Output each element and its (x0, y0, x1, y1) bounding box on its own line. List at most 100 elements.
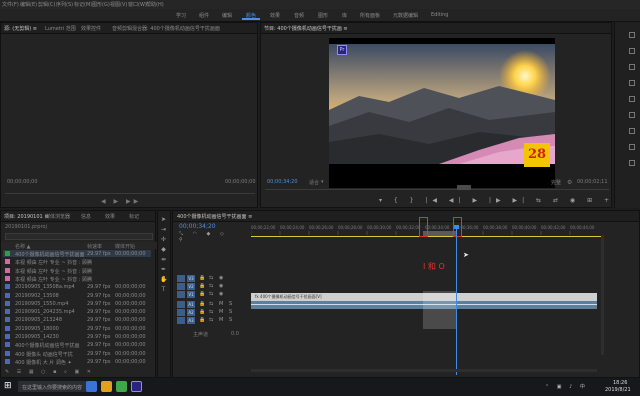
project-item-row[interactable]: 20190905_13508a.mp4 29.97 fps 00;00;00;00 (3, 283, 151, 290)
ws-libraries[interactable]: 库 (342, 12, 347, 19)
taskbar-search-box[interactable]: 在这里输入你要搜索的内容 (18, 381, 88, 392)
wechat-icon[interactable] (116, 381, 127, 392)
label-color-swatch[interactable] (5, 325, 10, 331)
project-item-row[interactable]: 20190905_18000 29.97 fps 00;00;00;00 (3, 325, 151, 332)
pen-tool-icon[interactable]: ✒ (160, 267, 167, 273)
menu-clip[interactable]: 剪辑(C) (38, 1, 55, 8)
track-name[interactable]: A2 (187, 309, 195, 316)
label-color-swatch[interactable] (5, 259, 10, 265)
master-volume[interactable]: 0.0 (231, 331, 239, 337)
checkbox-icon[interactable] (629, 160, 635, 166)
checkbox-icon[interactable] (629, 80, 635, 86)
tab-markers[interactable]: 标记 (129, 213, 139, 220)
eye-icon[interactable]: ◉ (219, 283, 223, 289)
ws-effects[interactable]: 效果 (270, 12, 280, 19)
ws-assembly[interactable]: 组件 (199, 12, 209, 19)
eye-icon[interactable]: ◉ (219, 275, 223, 281)
project-item-row[interactable]: 20190901_204235.mp4 29.97 fps 00;00;00;00 (3, 308, 151, 315)
premiere-taskbar-icon[interactable] (131, 381, 142, 392)
tab-source[interactable]: 源: (无剪辑) ≡ (4, 25, 37, 32)
project-item-row[interactable]: 400 摄像机 大 片 调色 ✦ 29.97 fps 00;00;00;00 (3, 358, 151, 366)
edge-icon[interactable] (86, 381, 97, 392)
project-search-input[interactable] (5, 233, 153, 240)
timeline-playhead-timecode[interactable]: 00;00;34;20 (179, 223, 216, 230)
track-target-toggle[interactable] (177, 301, 185, 308)
track-name[interactable]: V3 (187, 275, 195, 282)
project-item-row[interactable]: 400个摄像机动画信号干扰画面 29.97 fps 00;00;00;00 (3, 250, 151, 258)
lock-icon[interactable]: 🔒 (199, 283, 205, 289)
label-color-swatch[interactable] (5, 267, 10, 273)
label-color-swatch[interactable] (5, 358, 10, 364)
solo-icon[interactable]: S (229, 309, 232, 315)
ws-metadata[interactable]: 元数据编辑 (393, 12, 418, 19)
ripple-edit-tool-icon[interactable]: ✢ (160, 237, 167, 243)
sync-lock-icon[interactable]: ⇆ (209, 275, 213, 281)
project-item-row[interactable]: 20190902_13508 29.97 fps 00;00;00;00 (3, 292, 151, 299)
track-select-tool-icon[interactable]: ⇥ (160, 227, 167, 233)
label-color-swatch[interactable] (5, 317, 10, 323)
checkbox-icon[interactable] (629, 96, 635, 102)
track-target-toggle[interactable] (177, 275, 185, 282)
lock-icon[interactable]: 🔒 (199, 301, 205, 307)
project-item-row[interactable]: 本视 频由 左叶 专业 ~ 抖音 : 顾腾 (3, 267, 151, 275)
ws-learn[interactable]: 学习 (176, 12, 186, 19)
ws-editing[interactable]: 编辑 (222, 12, 232, 19)
menu-marker[interactable]: 标记(M) (74, 1, 92, 8)
label-color-swatch[interactable] (5, 350, 10, 356)
tab-media-browser[interactable]: 媒体浏览器 (45, 213, 70, 220)
label-color-swatch[interactable] (5, 292, 10, 298)
menu-window[interactable]: 窗口(W) (128, 1, 147, 8)
hand-tool-icon[interactable]: ✋ (160, 277, 167, 283)
track-name[interactable]: A3 (187, 317, 195, 324)
lock-icon[interactable]: 🔒 (199, 317, 205, 323)
windows-start-icon[interactable]: ⊞ (4, 382, 13, 391)
column-framerate[interactable]: 帧速率 (87, 243, 102, 250)
label-color-swatch[interactable] (5, 275, 10, 281)
menu-help[interactable]: 帮助(H) (146, 1, 164, 8)
column-name[interactable]: 名称 ▲ (15, 243, 30, 250)
menu-sequence[interactable]: 序列(S) (56, 1, 73, 8)
track-name[interactable]: V1 (187, 291, 195, 298)
tab-sequence[interactable]: 400个摄像机动画信号干扰画面 ≡ (177, 213, 252, 220)
quality-dropdown[interactable]: 完整 (551, 179, 561, 186)
label-color-swatch[interactable] (5, 309, 10, 315)
mute-icon[interactable]: M (219, 301, 223, 307)
timeline-horizontal-scrollbar[interactable] (251, 369, 597, 372)
label-color-swatch[interactable] (5, 334, 10, 339)
sync-lock-icon[interactable]: ⇆ (209, 283, 213, 289)
tab-audio-clip-mixer[interactable]: 音频剪辑混合器: 400个摄像机动画信号干扰画面 (112, 25, 220, 32)
razor-tool-icon[interactable]: ◆ (160, 247, 167, 253)
tab-effect-controls[interactable]: 效果控件 (81, 25, 101, 32)
program-transport-controls[interactable]: ▾ { } |◀ ◀| ▶ |▶ ▶| ⇆ ⇄ ◉ ⊞ + (379, 197, 609, 205)
timeline-playhead[interactable] (456, 225, 457, 375)
eye-icon[interactable]: ◉ (219, 291, 223, 297)
project-item-row[interactable]: 20190905_14230 29.97 fps 00;00;00;00 (3, 333, 151, 340)
label-color-swatch[interactable] (5, 284, 10, 290)
source-scrub-bar[interactable] (5, 193, 255, 194)
timeline-vertical-scrollbar[interactable] (601, 235, 604, 355)
tab-lumetri-scopes[interactable]: Lumetri 范围 (45, 25, 76, 32)
label-color-swatch[interactable] (5, 251, 10, 256)
project-item-row[interactable]: 本视 频由 左叶 专业 ~ 抖音 : 顾腾 (3, 275, 151, 283)
project-footer-tools[interactable]: ✎ ☰ ▦ ○ ▪ ⌕ ▣ ✕ (5, 369, 153, 375)
slip-tool-icon[interactable]: ⇹ (160, 257, 167, 263)
menu-file[interactable]: 文件(F) (2, 1, 19, 8)
track-target-toggle[interactable] (177, 309, 185, 316)
lock-icon[interactable]: 🔒 (199, 309, 205, 315)
label-color-swatch[interactable] (5, 300, 10, 306)
menu-graphics[interactable]: 图形(G) (92, 1, 110, 8)
checkbox-icon[interactable] (629, 48, 635, 54)
program-scrub-bar[interactable] (265, 189, 609, 190)
tab-info[interactable]: 信息 (81, 213, 91, 220)
project-item-row[interactable]: 20190905_1550.mp4 29.97 fps 00;00;00;00 (3, 300, 151, 307)
tab-project[interactable]: 项目: 20190101 ≡ (4, 213, 49, 220)
track-target-toggle[interactable] (177, 317, 185, 324)
tab-effects[interactable]: 效果 (105, 213, 115, 220)
track-target-toggle[interactable] (177, 291, 185, 298)
selection-tool-icon[interactable]: ➤ (160, 217, 167, 223)
mute-icon[interactable]: M (219, 309, 223, 315)
timeline-toolbar[interactable]: ⤡ ◠ ◆ ◇ ⚲ (179, 231, 239, 243)
checkbox-icon[interactable] (629, 144, 635, 150)
program-zoom-handle[interactable] (457, 185, 471, 190)
checkbox-icon[interactable] (629, 128, 635, 134)
